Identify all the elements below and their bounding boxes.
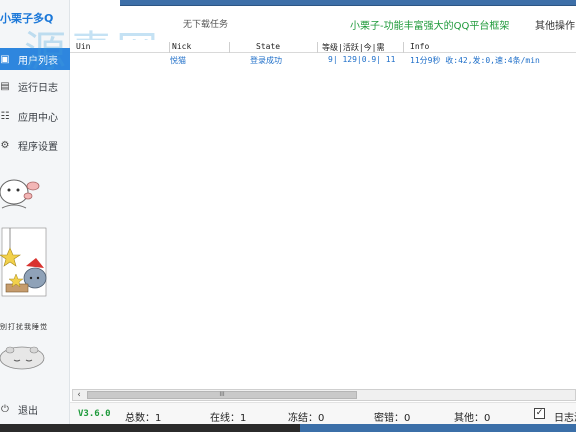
online-count: 在线：1 (210, 413, 247, 424)
user-list-icon: ▣ (0, 53, 10, 65)
user-table: Uin Nick State 等级|活跃|今|需 Info 悦猫 登录成功 9|… (70, 40, 576, 388)
scrollbar-thumb[interactable]: III (87, 391, 357, 399)
table-header: Uin Nick State 等级|活跃|今|需 Info (70, 40, 576, 53)
settings-icon: ⚙ (0, 139, 10, 151)
apps-icon: ☷ (0, 110, 10, 122)
app-window: 小栗子多Q ▣ 用户列表 ▤ 运行日志 ☷ 应用中心 ⚙ 程序设置 别打扰我睡觉… (0, 0, 576, 432)
sidebar-item-label: 应用中心 (18, 112, 58, 124)
cell-state: 登录成功 (250, 56, 282, 65)
sidebar-item-settings[interactable]: ⚙ 程序设置 (0, 134, 70, 156)
col-header-uin[interactable]: Uin (74, 42, 170, 53)
exit-icon: ⏻ (1, 403, 9, 415)
scroll-left-arrow-icon[interactable]: ‹ (73, 390, 85, 400)
sidebar-item-label: 程序设置 (18, 141, 58, 153)
sidebar-item-label: 运行日志 (18, 82, 58, 94)
bottom-taskbar-strip (0, 424, 576, 432)
status-bar: V3.6.0 总数：1 在线：1 冻结：0 密错：0 其他：0 ✓ 日志滚 (70, 402, 576, 424)
cell-info: 11分9秒 收:42,发:0,速:4条/min (410, 56, 540, 65)
sidebar: 小栗子多Q ▣ 用户列表 ▤ 运行日志 ☷ 应用中心 ⚙ 程序设置 别打扰我睡觉… (0, 0, 70, 432)
wrong-password-count: 密错：0 (374, 413, 411, 424)
download-status: 无下载任务 (183, 20, 229, 30)
app-logo-text: 小栗子多Q (0, 12, 54, 25)
top-taskbar-strip (120, 0, 576, 6)
sidebar-item-app-center[interactable]: ☷ 应用中心 (0, 105, 70, 127)
other-count: 其他：0 (454, 413, 491, 424)
col-header-state[interactable]: State (254, 42, 318, 53)
version-label: V3.6.0 (78, 409, 111, 419)
log-scroll-checkbox[interactable]: ✓ (534, 408, 545, 419)
horizontal-scrollbar[interactable]: ‹ III (72, 389, 576, 401)
sidebar-item-label: 用户列表 (18, 55, 58, 67)
log-icon: ▤ (0, 80, 10, 92)
table-row[interactable]: 悦猫 登录成功 9| 129|0.9| 11 11分9秒 收:42,发:0,速:… (70, 55, 576, 67)
col-header-level[interactable]: 等级|活跃|今|需 (320, 42, 404, 53)
frozen-count: 冻结：0 (288, 413, 325, 424)
cell-nick: 悦猫 (170, 56, 186, 65)
hamster-sticker-image (0, 346, 45, 370)
col-header-nick[interactable]: Nick (170, 42, 230, 53)
col-header-info[interactable]: Info (408, 42, 568, 53)
exit-label: 退出 (18, 405, 38, 417)
cat-sticker-image (0, 227, 47, 297)
cell-level: 9| 129|0.9| 11 (328, 55, 396, 64)
other-ops-menu[interactable]: 其他操作 (535, 17, 575, 32)
total-count: 总数：1 (125, 413, 162, 424)
header-bar: 无下载任务 小栗子-功能丰富强大的QQ平台框架 其他操作 (70, 8, 576, 38)
sticker-caption: 别打扰我睡觉 (0, 323, 48, 331)
exit-button[interactable]: ⏻ 退出 (0, 398, 70, 420)
sidebar-item-user-list[interactable]: ▣ 用户列表 (0, 48, 70, 70)
log-scroll-label: 日志滚 (554, 413, 576, 424)
sidebar-item-run-log[interactable]: ▤ 运行日志 (0, 75, 70, 97)
chibi-sticker-image (0, 179, 40, 209)
app-slogan: 小栗子-功能丰富强大的QQ平台框架 (350, 21, 510, 32)
